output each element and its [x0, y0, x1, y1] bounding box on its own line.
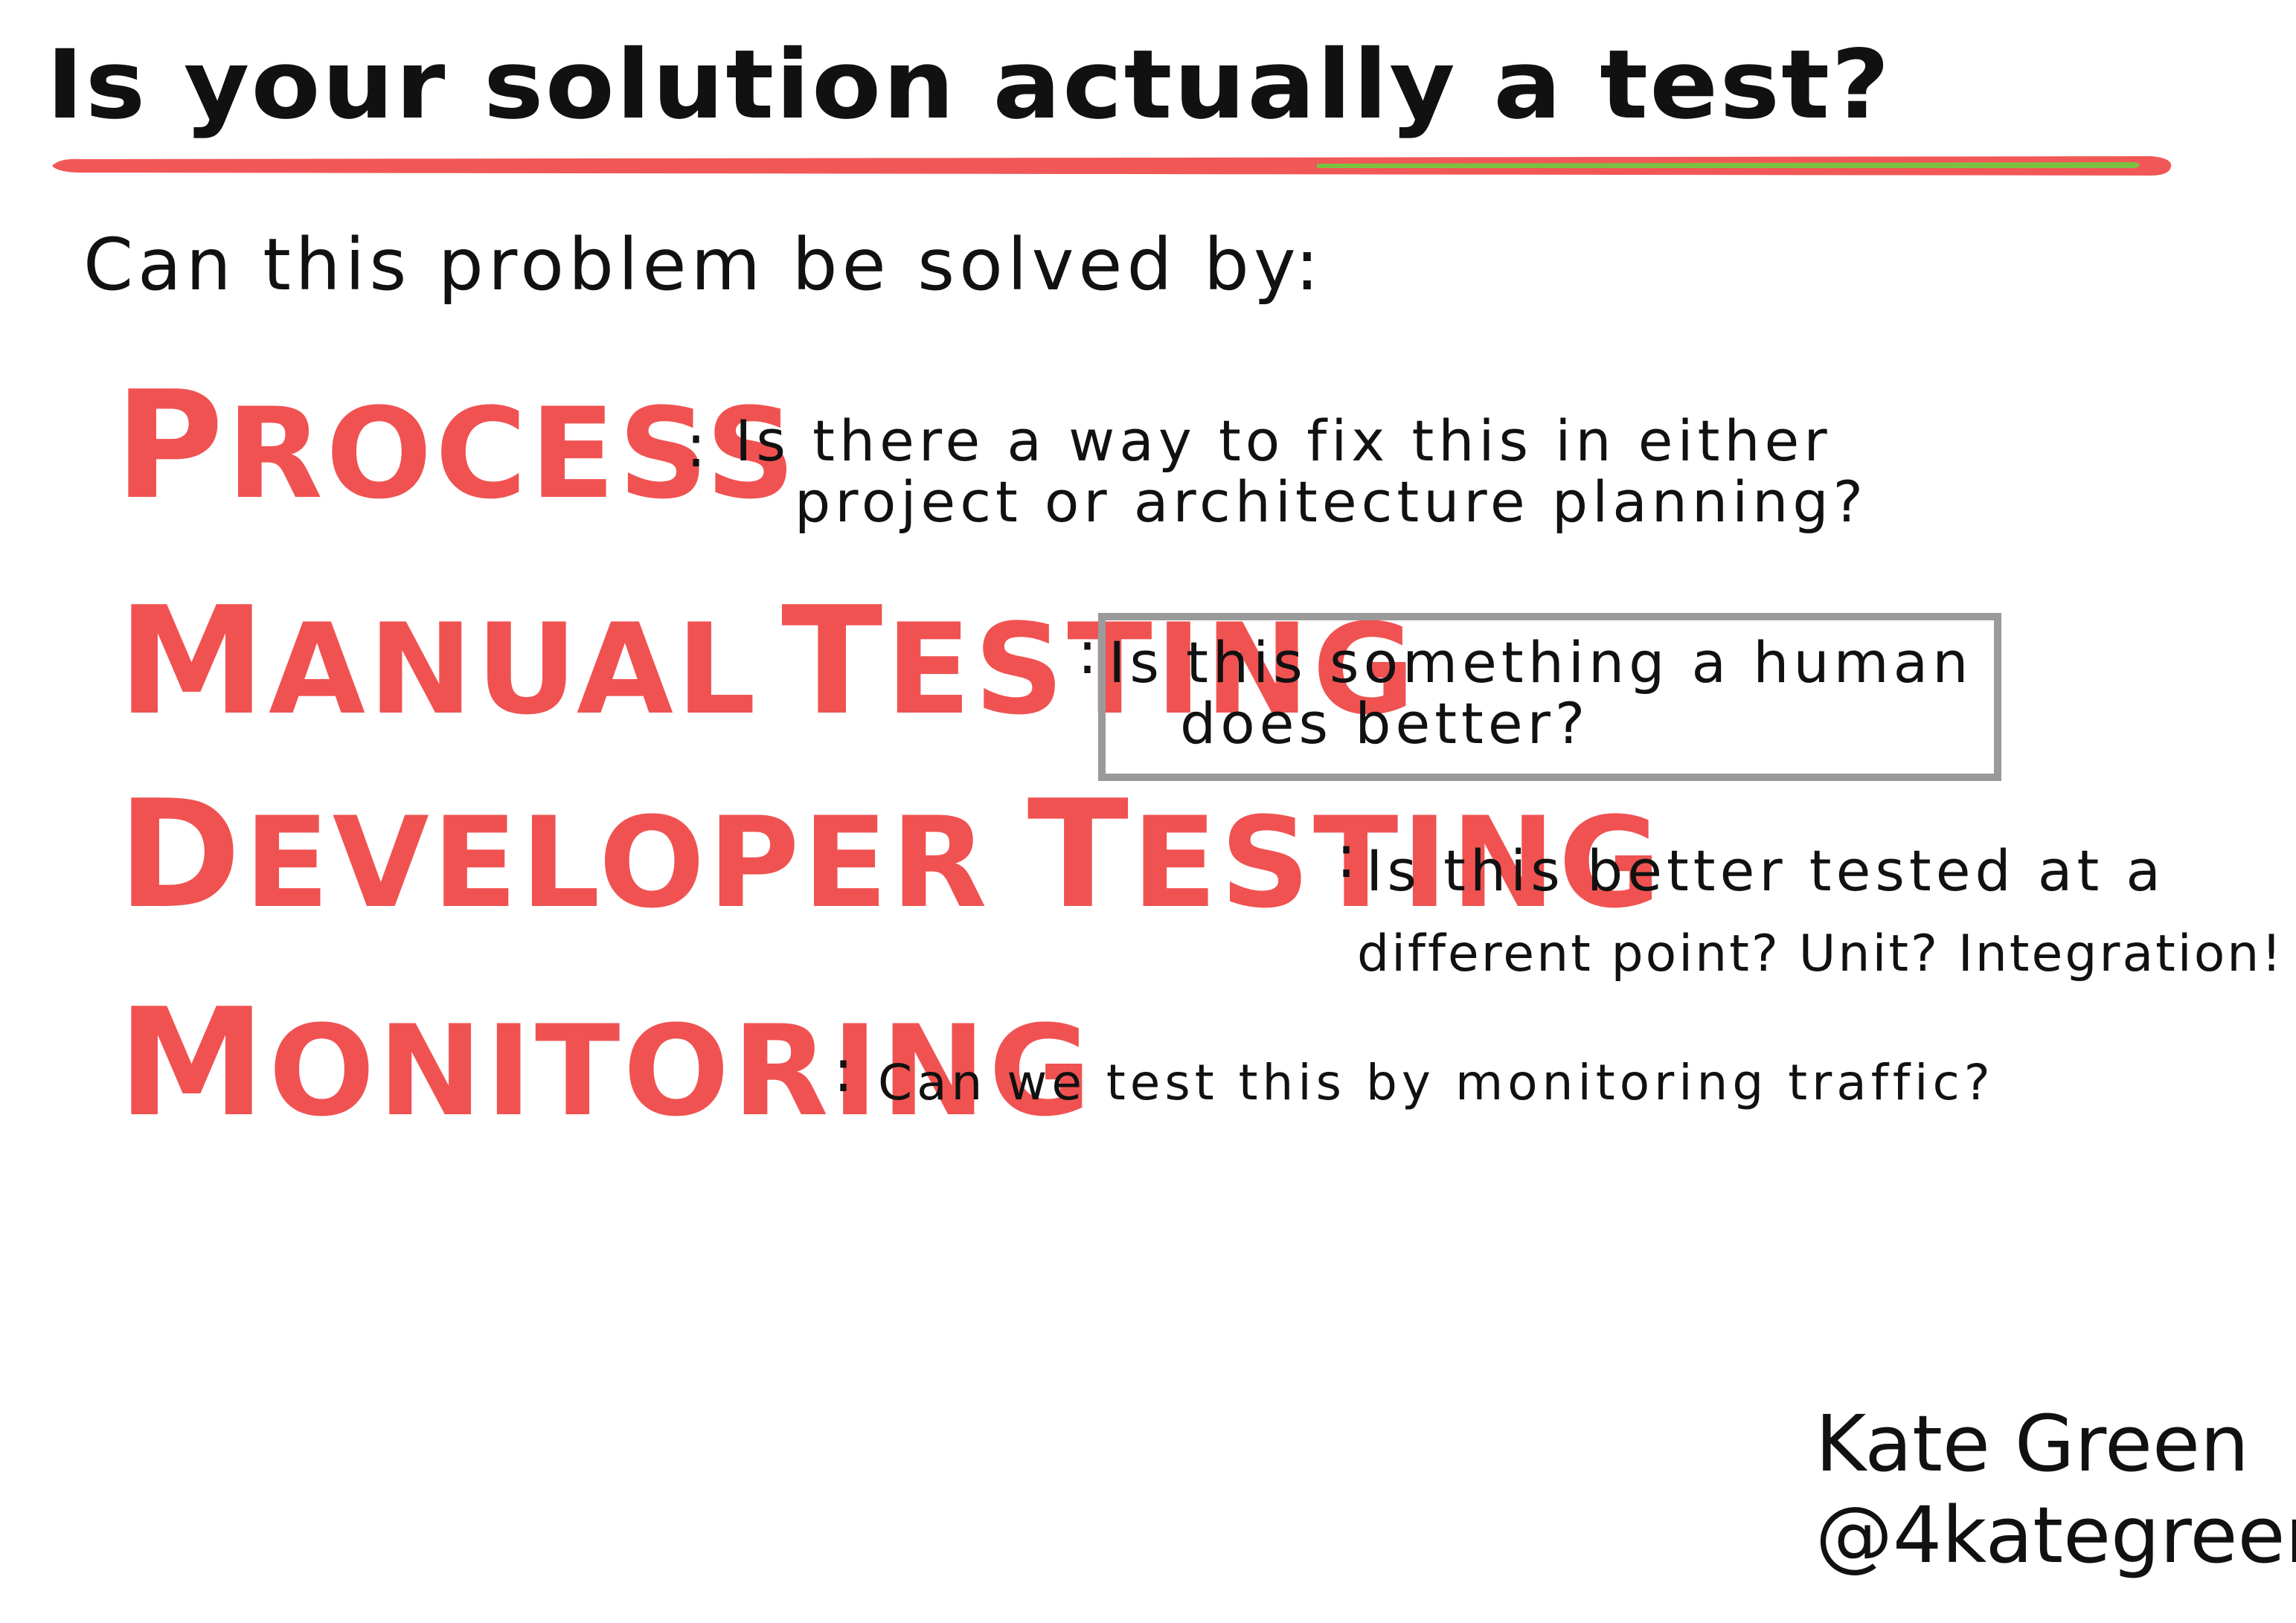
description-developer-line-2: different point? Unit? Integration!	[1357, 924, 2284, 983]
description-monitoring-line-1: Can we test this by monitoring traffic?	[878, 1054, 1995, 1111]
intro-question: Can this problem be solved by:	[83, 223, 1324, 306]
heading-developer-rest: EVELOPER	[244, 790, 990, 936]
description-process-line-1: Is there a way to fix this in either	[735, 408, 1832, 474]
signature-handle: @4kategreen	[1815, 1489, 2296, 1581]
signature: Kate Green @4kategreen	[1815, 1398, 2296, 1581]
colon-developer-testing: :	[1336, 822, 1356, 891]
heading-manual-rest: ANUAL	[269, 597, 759, 742]
description-developer-testing: Is this better tested at a different poi…	[1357, 827, 2284, 993]
colon-process: :	[686, 411, 706, 481]
title-underline	[52, 156, 2172, 176]
signature-name: Kate Green	[1815, 1398, 2249, 1489]
heading-monitoring-initial: M	[118, 977, 269, 1150]
heading-manual-initial: M	[118, 575, 269, 748]
description-manual-testing: Is this something a human does better?	[1109, 629, 1973, 757]
heading-testing2-initial: T	[1027, 768, 1132, 942]
description-manual-line-1: Is this something a human	[1109, 629, 1973, 695]
description-process: Is there a way to fix this in either pro…	[735, 408, 1867, 536]
description-developer-line-1: Is this better tested at a	[1366, 838, 2165, 904]
heading-process-initial: P	[115, 359, 227, 533]
heading-process-rest: ROCESS	[226, 381, 799, 527]
page-title: Is your solution actually a test?	[46, 30, 1892, 141]
colon-manual-testing: :	[1077, 618, 1097, 687]
heading-developer-initial: D	[118, 768, 245, 942]
colon-monitoring: :	[833, 1036, 853, 1105]
description-manual-line-2: does better?	[1180, 690, 1590, 757]
description-monitoring: Can we test this by monitoring traffic?	[878, 1054, 1995, 1111]
description-process-line-2: project or architecture planning?	[795, 469, 1867, 536]
heading-testing-initial: T	[780, 575, 886, 748]
